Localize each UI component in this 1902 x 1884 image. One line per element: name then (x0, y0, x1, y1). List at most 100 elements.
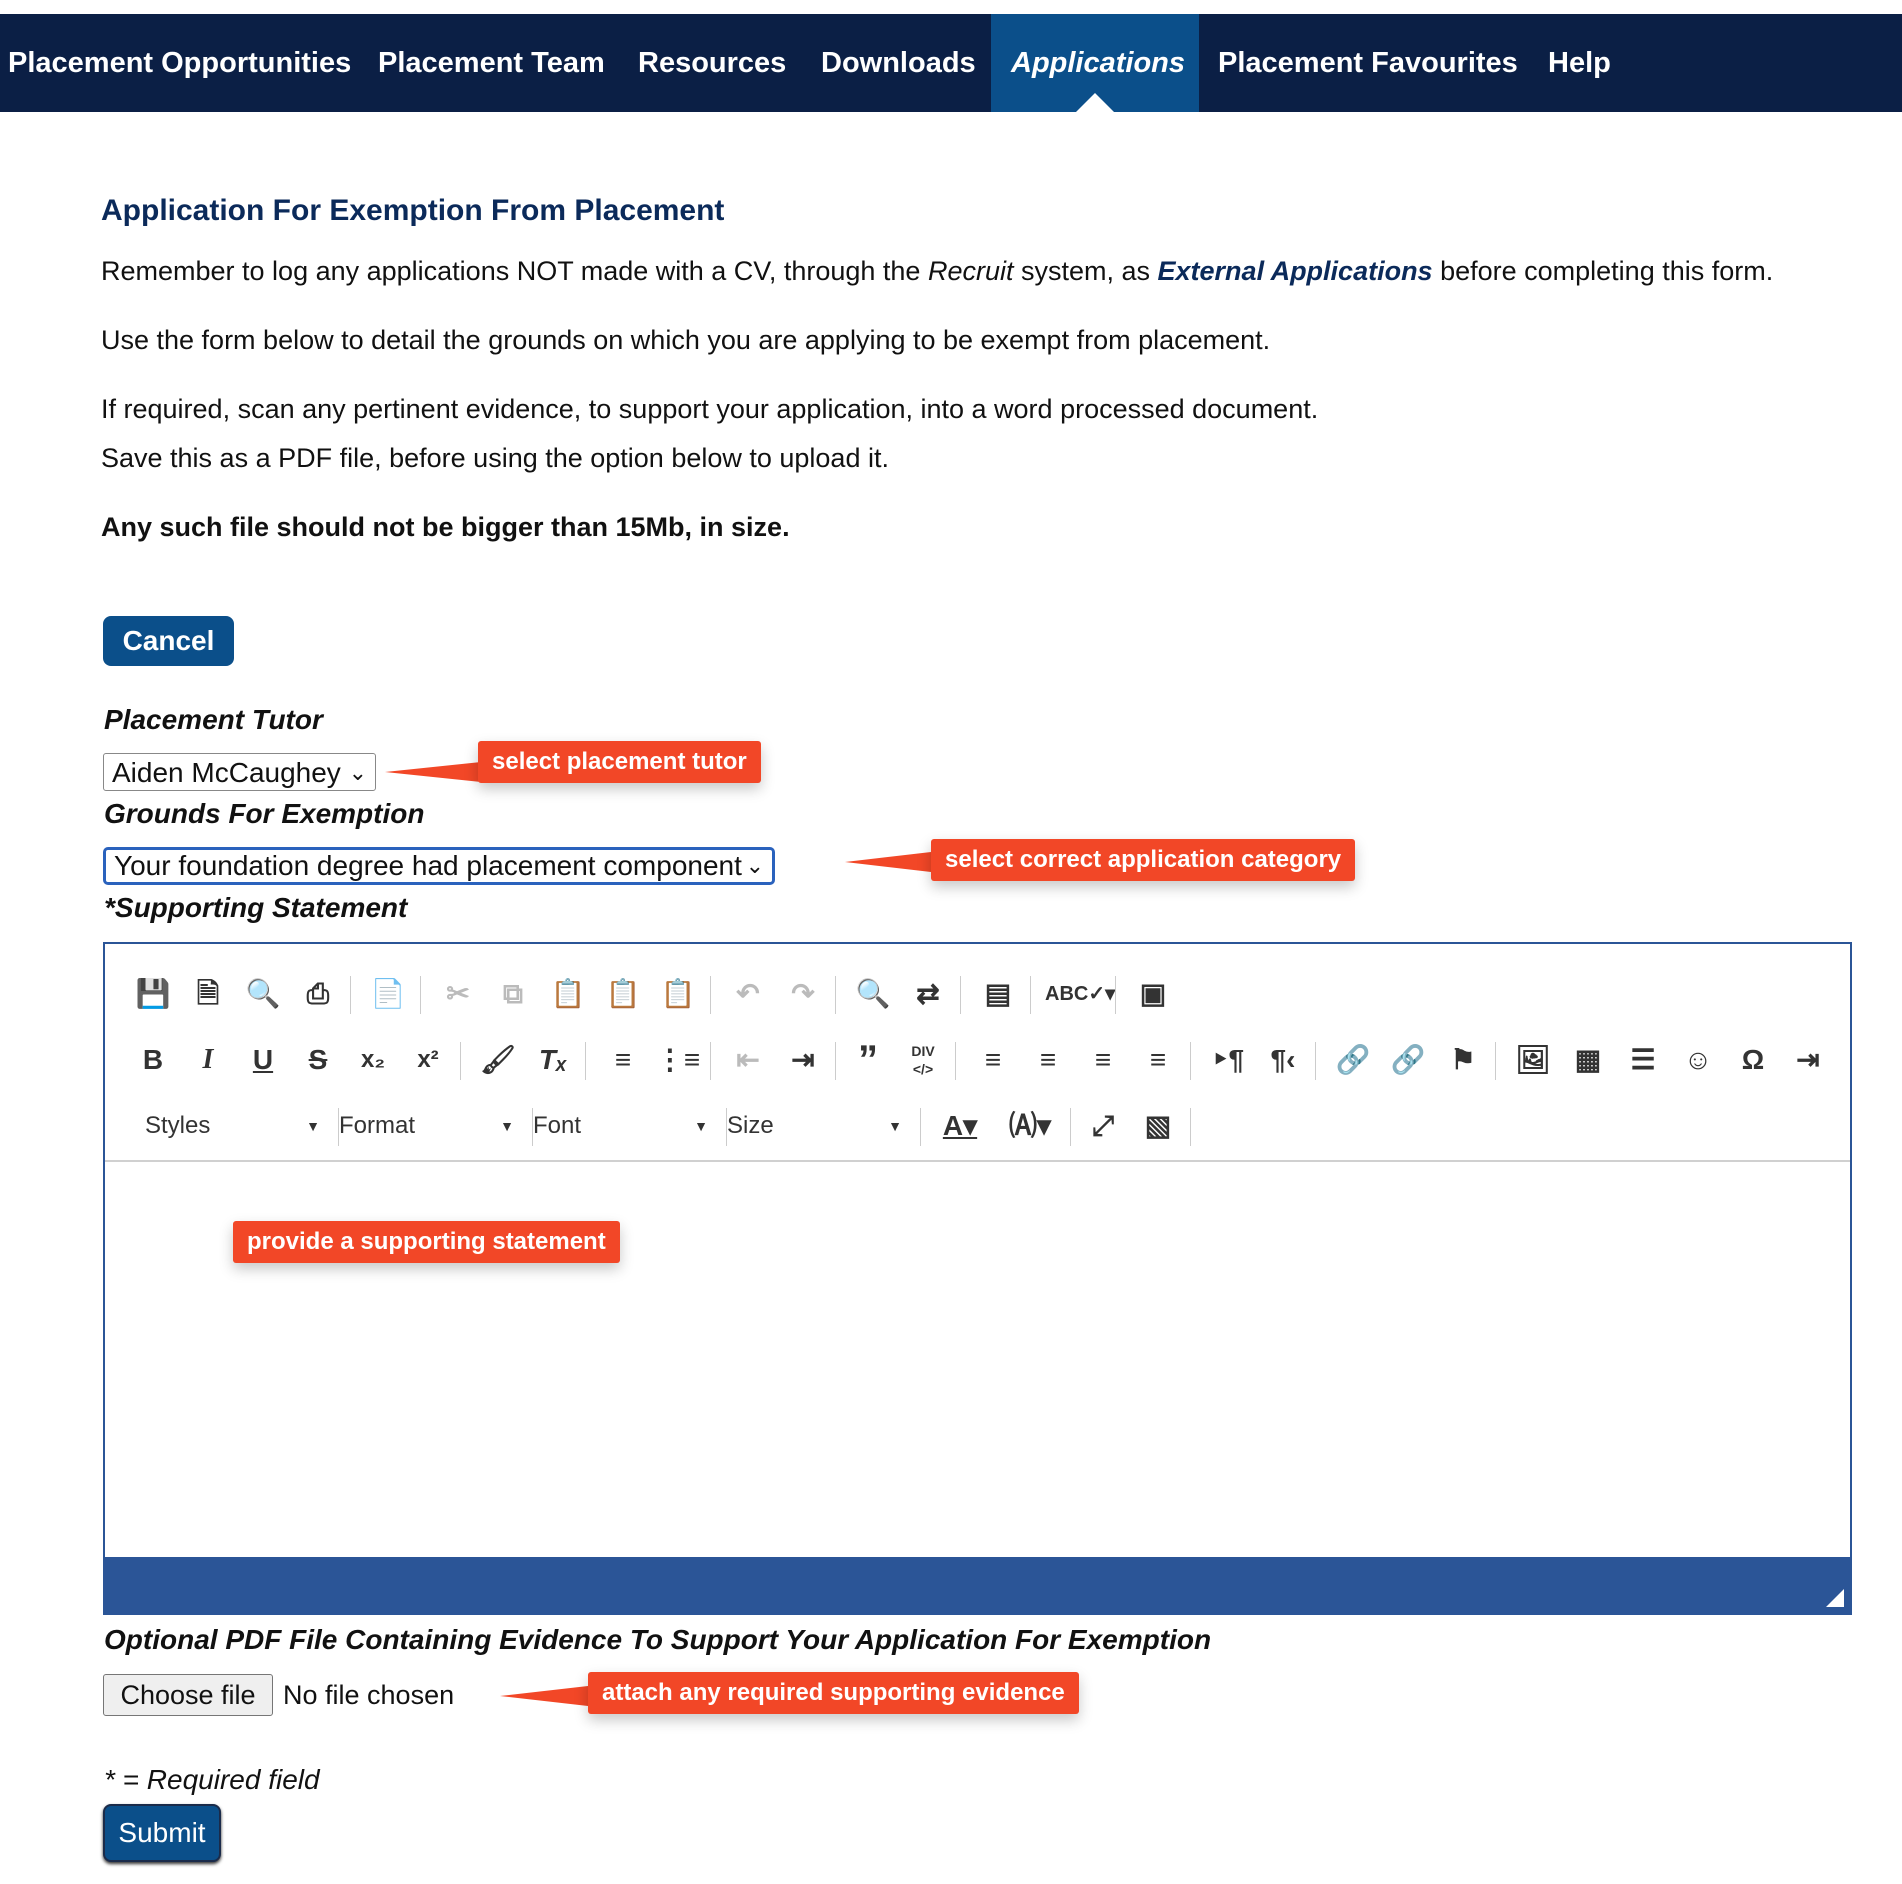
dropdown-arrow-icon: ▼ (888, 1118, 902, 1134)
horizontal-line-icon[interactable]: ☰ (1620, 1032, 1666, 1088)
select-all-icon[interactable]: ▤ (975, 966, 1021, 1022)
justify-icon[interactable]: ≡ (1135, 1032, 1181, 1088)
recruit-term: Recruit (927, 256, 1014, 286)
dropdown-arrow-icon: ▼ (694, 1118, 708, 1134)
save-icon[interactable]: 💾 (130, 966, 176, 1022)
required-field-note: * = Required field (104, 1764, 320, 1795)
unlink-icon[interactable]: 🔗 (1385, 1032, 1431, 1088)
nav-placement-favourites[interactable]: Placement Favourites (1210, 14, 1518, 112)
superscript-icon[interactable]: x² (405, 1032, 451, 1088)
callout-select-tutor: select placement tutor (478, 741, 761, 783)
align-left-icon[interactable]: ≡ (970, 1032, 1016, 1088)
paste-icon[interactable]: 📋 (545, 966, 591, 1022)
callout-pointer (385, 762, 481, 782)
numbered-list-icon[interactable]: ≡ (600, 1032, 646, 1088)
main-navigation: Placement Opportunities Placement Team R… (0, 14, 1902, 112)
div-label: DIV (911, 1043, 935, 1059)
bold-icon[interactable]: B (130, 1032, 176, 1088)
replace-icon[interactable]: ⇄ (905, 966, 951, 1022)
font-combo[interactable]: Font ▼ (533, 1098, 708, 1154)
maximize-icon[interactable]: ⤢ (1080, 1098, 1126, 1154)
size-combo[interactable]: Size ▼ (727, 1098, 902, 1154)
background-color-icon[interactable]: 🄐▾ (1000, 1098, 1060, 1154)
paste-word-icon[interactable]: 📋 (655, 966, 701, 1022)
templates-icon[interactable]: 📄 (365, 966, 411, 1022)
indent-icon[interactable]: ⇥ (780, 1032, 826, 1088)
callout-select-category: select correct application category (931, 839, 1356, 881)
align-center-icon[interactable]: ≡ (1025, 1032, 1071, 1088)
smiley-icon[interactable]: ☺ (1675, 1032, 1721, 1088)
format-combo[interactable]: Format ▼ (339, 1098, 514, 1154)
copy-icon[interactable]: ⧉ (490, 966, 536, 1022)
redo-icon[interactable]: ↷ (780, 966, 826, 1022)
text-direction-ltr-icon[interactable]: ‣¶ (1205, 1032, 1251, 1088)
show-blocks-icon[interactable]: ▧ (1135, 1098, 1181, 1154)
resize-handle-icon[interactable] (1826, 1589, 1844, 1607)
form-field-icon[interactable]: ▣ (1130, 966, 1176, 1022)
print-icon[interactable]: ⎙ (295, 966, 341, 1022)
nav-help[interactable]: Help (1540, 14, 1630, 112)
nav-downloads[interactable]: Downloads (813, 14, 983, 112)
paste-text-icon[interactable]: 📋 (600, 966, 646, 1022)
link-icon[interactable]: 🔗 (1330, 1032, 1376, 1088)
cancel-button[interactable]: Cancel (103, 616, 234, 666)
placement-tutor-value: Aiden McCaughey (112, 757, 341, 788)
italic-icon[interactable]: I (185, 1032, 231, 1088)
evidence-file-label: Optional PDF File Containing Evidence To… (104, 1624, 1212, 1655)
div-container-icon[interactable]: DIV </> (900, 1032, 946, 1088)
instruction-paragraph: Use the form below to detail the grounds… (101, 325, 1271, 355)
cut-icon[interactable]: ✂ (435, 966, 481, 1022)
align-right-icon[interactable]: ≡ (1080, 1032, 1126, 1088)
placement-tutor-label: Placement Tutor (104, 704, 323, 735)
subscript-icon[interactable]: x₂ (350, 1032, 396, 1088)
underline-icon[interactable]: U (240, 1032, 286, 1088)
intro-paragraph-recruit: Remember to log any applications NOT mad… (101, 256, 1773, 287)
undo-icon[interactable]: ↶ (725, 966, 771, 1022)
new-page-icon[interactable]: 🗎 (185, 966, 231, 1022)
page-break-icon[interactable]: ⇥ (1785, 1032, 1831, 1088)
supporting-statement-label: *Supporting Statement (104, 892, 408, 923)
styles-combo[interactable]: Styles ▼ (145, 1098, 320, 1154)
outdent-icon[interactable]: ⇤ (725, 1032, 771, 1088)
submit-button[interactable]: Submit (103, 1804, 221, 1862)
editor-content-area[interactable] (105, 1160, 1850, 1557)
remove-format-icon[interactable]: Tₓ (530, 1032, 576, 1088)
nav-resources[interactable]: Resources (630, 14, 795, 112)
chevron-down-icon: ⌄ (348, 760, 367, 785)
bullet-list-icon[interactable]: ⋮≡ (655, 1032, 701, 1088)
intro-text: before completing this form. (1432, 256, 1774, 286)
anchor-flag-icon[interactable]: ⚑ (1440, 1032, 1486, 1088)
grounds-value: Your foundation degree had placement com… (114, 850, 742, 881)
find-icon[interactable]: 🔍 (850, 966, 896, 1022)
spellcheck-icon[interactable]: ABC✓▾ (1045, 966, 1115, 1022)
text-direction-rtl-icon[interactable]: ¶‹ (1260, 1032, 1306, 1088)
dropdown-arrow-icon: ▼ (500, 1118, 514, 1134)
strikethrough-icon[interactable]: S (295, 1032, 341, 1088)
nav-placement-opportunities[interactable]: Placement Opportunities (0, 14, 355, 112)
dropdown-arrow-icon: ▼ (306, 1118, 320, 1134)
rich-text-editor: 💾 🗎 🔍 ⎙ 📄 ✂ ⧉ 📋 📋 📋 ↶ ↷ 🔍 ⇄ ▤ ABC✓▾ ▣ B … (103, 942, 1852, 1615)
callout-pointer (500, 1686, 588, 1706)
preview-icon[interactable]: 🔍 (240, 966, 286, 1022)
image-icon[interactable]: 🖼 (1510, 1032, 1556, 1088)
placement-tutor-select[interactable]: Aiden McCaughey ⌄ (103, 753, 376, 791)
font-combo-label: Font (533, 1112, 582, 1139)
blockquote-icon[interactable]: ” (845, 1032, 891, 1088)
styles-combo-label: Styles (145, 1112, 211, 1139)
editor-toolbar: 💾 🗎 🔍 ⎙ 📄 ✂ ⧉ 📋 📋 📋 ↶ ↷ 🔍 ⇄ ▤ ABC✓▾ ▣ B … (105, 944, 1850, 1162)
grounds-label: Grounds For Exemption (104, 798, 425, 829)
special-char-icon[interactable]: Ω (1730, 1032, 1776, 1088)
table-icon[interactable]: ▦ (1565, 1032, 1611, 1088)
external-applications-link[interactable]: External Applications (1158, 256, 1433, 286)
text-color-icon[interactable]: A▾ (930, 1098, 990, 1154)
copy-format-icon[interactable]: 🖌 (475, 1032, 521, 1088)
grounds-select[interactable]: Your foundation degree had placement com… (103, 847, 775, 885)
callout-supporting-statement: provide a supporting statement (233, 1221, 620, 1263)
intro-text: system, as (1013, 256, 1158, 286)
file-status-text: No file chosen (283, 1680, 455, 1710)
evidence-instruction: If required, scan any pertinent evidence… (101, 394, 1319, 424)
intro-text: Remember to log any applications NOT mad… (101, 256, 928, 286)
nav-applications[interactable]: Applications (991, 14, 1199, 112)
nav-placement-team[interactable]: Placement Team (370, 14, 610, 112)
choose-file-button[interactable]: Choose file (103, 1674, 273, 1716)
